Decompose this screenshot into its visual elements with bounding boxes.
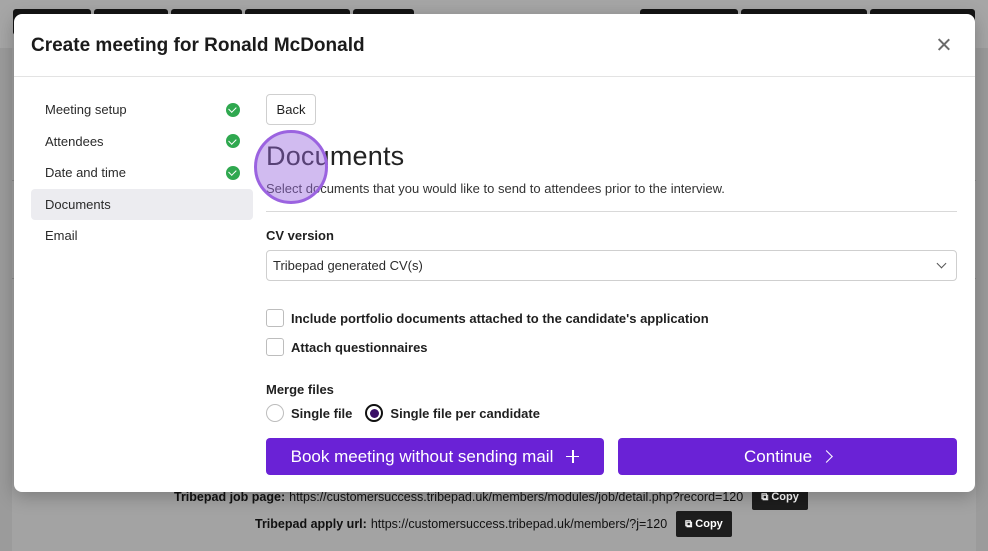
section-description: Select documents that you would like to … [266,181,725,196]
apply-url-label: Tribepad apply url: [255,517,367,531]
step-label: Email [45,228,78,243]
create-meeting-modal: Create meeting for Ronald McDonald Meeti… [14,14,975,492]
job-page-url[interactable]: https://customersuccess.tribepad.uk/memb… [289,490,743,504]
continue-button[interactable]: Continue [618,438,957,475]
radio-label: Single file per candidate [390,405,540,421]
step-label: Meeting setup [45,102,127,117]
radio-button[interactable] [266,404,284,422]
check-circle-icon [226,134,240,148]
modal-header: Create meeting for Ronald McDonald [14,14,975,77]
merge-files-radio-group: Single file Single file per candidate [266,404,957,422]
button-label: Book meeting without sending mail [290,446,554,466]
check-circle-icon [226,102,240,117]
step-label: Attendees [45,133,104,149]
divider [266,211,957,212]
step-label: Date and time [45,165,126,180]
questionnaires-checkbox-row[interactable]: Attach questionnaires [266,338,957,356]
cursor-highlight [254,130,328,204]
documents-panel: Back Documents Select documents that you… [266,94,957,422]
plus-icon [566,450,580,463]
close-icon[interactable] [935,36,953,54]
checkbox-label: Attach questionnaires [291,339,428,355]
action-buttons: Book meeting without sending mail Contin… [266,438,957,475]
back-button[interactable]: Back [266,94,316,125]
radio-label: Single file [291,405,353,421]
cv-version-value: Tribepad generated CV(s) [273,258,423,273]
cv-version-select[interactable]: Tribepad generated CV(s) [266,250,957,281]
button-label: Continue [743,446,813,466]
radio-single-file[interactable]: Single file [266,404,352,422]
modal-title: Create meeting for Ronald McDonald [31,35,365,56]
portfolio-checkbox[interactable] [266,309,284,327]
checkbox-label: Include portfolio documents attached to … [291,310,709,326]
cv-version-label: CV version [266,228,334,243]
step-label: Documents [45,196,111,212]
step-email[interactable]: Email [31,220,253,251]
copy-label: Copy [771,491,799,503]
copy-apply-url-button[interactable]: ⧉ Copy [676,511,732,537]
job-page-label: Tribepad job page: [174,490,286,504]
copy-label: Copy [695,518,723,530]
chevron-down-icon [936,258,947,269]
portfolio-checkbox-row[interactable]: Include portfolio documents attached to … [266,309,957,327]
check-circle-icon [226,165,240,180]
chevron-right-icon [820,450,833,463]
step-attendees[interactable]: Attendees [31,126,253,157]
book-without-mail-button[interactable]: Book meeting without sending mail [266,438,604,475]
section-title: Documents [266,141,405,171]
steps-sidebar: Meeting setup Attendees Date and time Do… [31,94,253,252]
questionnaires-checkbox[interactable] [266,338,284,356]
copy-icon: ⧉ [685,518,693,530]
step-date-and-time[interactable]: Date and time [31,157,253,188]
copy-icon: ⧉ [761,491,769,503]
radio-button[interactable] [365,404,384,422]
step-documents[interactable]: Documents [31,188,253,220]
merge-files-label: Merge files [266,382,334,397]
step-meeting-setup[interactable]: Meeting setup [31,94,253,125]
apply-url-row: Tribepad apply url: https://customersucc… [0,511,988,537]
apply-url[interactable]: https://customersuccess.tribepad.uk/memb… [371,517,667,531]
radio-single-file-per-candidate[interactable]: Single file per candidate [365,404,540,422]
